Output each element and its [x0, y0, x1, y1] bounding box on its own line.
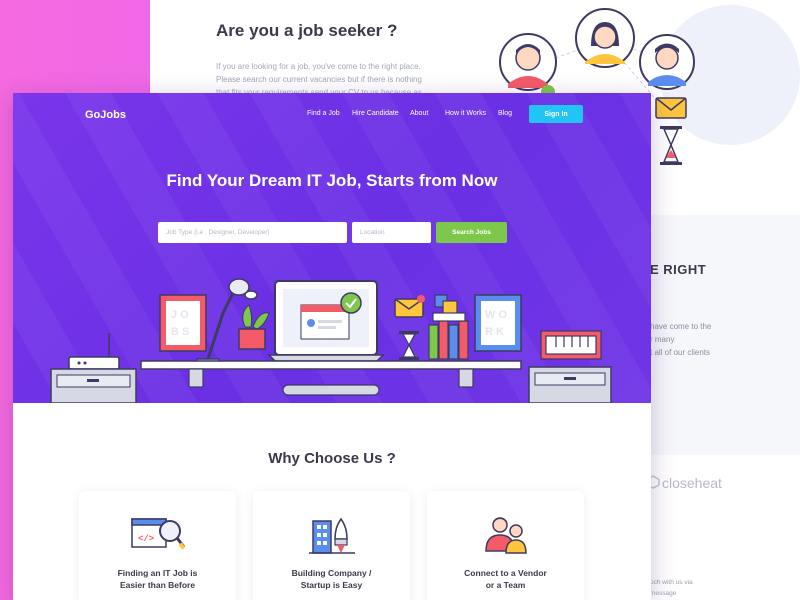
- svg-text:</>: </>: [138, 534, 154, 544]
- hourglass-icon: [660, 126, 682, 165]
- hourglass-small-icon: [399, 331, 419, 360]
- svg-text:R K: R K: [485, 326, 504, 338]
- feature-label: Connect to a Vendor or a Team: [464, 568, 547, 590]
- hero-section: GoJobs Find a Job Hire Candidate About H…: [13, 93, 651, 403]
- back-small-line: message: [650, 590, 677, 597]
- books-icon: [428, 294, 469, 360]
- job-type-input[interactable]: [158, 222, 347, 243]
- nav-hire-candidate[interactable]: Hire Candidate: [352, 110, 399, 117]
- plant-icon: [238, 304, 270, 350]
- code-search-icon: </>: [130, 518, 185, 550]
- back-text-line: r many: [650, 335, 675, 344]
- feature-card-build-company[interactable]: Building Company / Startup is Easy: [253, 491, 410, 600]
- gojobs-logo[interactable]: GoJobs: [85, 109, 126, 121]
- router-icon: [68, 333, 120, 370]
- workspace-illustration: J O B S W O R K: [50, 278, 612, 403]
- location-input[interactable]: [352, 222, 431, 243]
- jobs-frame-icon: J O B S: [159, 294, 207, 352]
- avatar-man-icon: [499, 33, 557, 91]
- back-text-line: t all of our clients: [650, 348, 711, 357]
- envelope-icon: [655, 97, 687, 119]
- feature-label: Building Company / Startup is Easy: [291, 568, 372, 590]
- feature-label: Finding an IT Job is Easier than Before: [117, 568, 198, 590]
- feature-card-connect-vendor[interactable]: Connect to a Vendor or a Team: [427, 491, 584, 600]
- avatar-boy-icon: [639, 34, 695, 90]
- avatar-woman-icon: [575, 8, 635, 68]
- newtons-cradle-icon: [540, 330, 602, 360]
- nav-about[interactable]: About: [410, 110, 428, 117]
- back-small-line: uch with us via: [650, 579, 693, 586]
- mail-envelope-icon: [394, 295, 425, 318]
- hero-title: Find Your Dream IT Job, Starts from Now: [166, 171, 498, 190]
- left-drawer-cabinet-icon: [50, 368, 137, 403]
- search-jobs-button[interactable]: Search Jobs: [436, 222, 507, 243]
- back-section-heading-partial: E RIGHT: [650, 262, 707, 277]
- people-team-icon: [484, 517, 527, 554]
- back-text-line: have come to the: [650, 322, 712, 331]
- nav-blog[interactable]: Blog: [498, 110, 512, 117]
- svg-text:J O: J O: [171, 309, 189, 321]
- company-building-icon: [308, 517, 355, 554]
- work-frame-icon: W O R K: [474, 294, 522, 352]
- job-seeker-heading: Are you a job seeker ?: [216, 21, 398, 40]
- feature-card-find-job[interactable]: </> Finding an IT Job is Easier than Bef…: [79, 491, 236, 600]
- front-page-card: GoJobs Find a Job Hire Candidate About H…: [13, 93, 651, 600]
- right-drawer-cabinet-icon: [528, 366, 612, 403]
- nav-how-it-works[interactable]: How it Works: [445, 110, 486, 117]
- svg-text:B S: B S: [171, 326, 189, 338]
- desk-icon: [140, 360, 522, 396]
- svg-text:W O: W O: [485, 309, 507, 321]
- partner-logo-closeheat: closeheat: [662, 475, 722, 491]
- why-choose-us-heading: Why Choose Us ?: [268, 450, 396, 467]
- nav-find-a-job[interactable]: Find a Job: [307, 110, 340, 117]
- laptop-icon: [267, 280, 385, 362]
- sign-in-button[interactable]: Sign In: [529, 105, 583, 123]
